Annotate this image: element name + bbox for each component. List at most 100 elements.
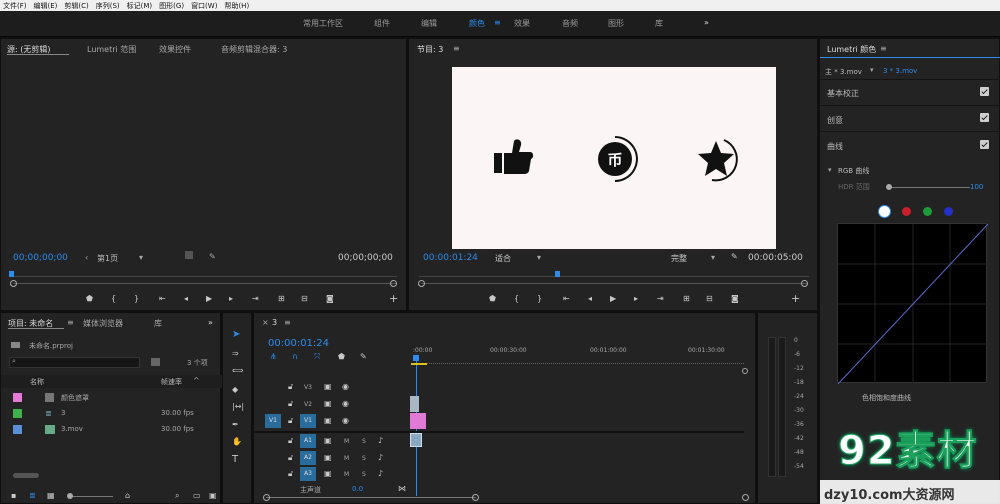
track-target-a1[interactable]: A1: [300, 434, 316, 448]
insert-icon[interactable]: ⊞: [278, 295, 285, 303]
mute-button[interactable]: M: [344, 438, 349, 445]
lift-icon[interactable]: ⊞: [683, 295, 690, 303]
zoom-slider[interactable]: [69, 496, 113, 497]
lock-icon[interactable]: 🔓︎: [288, 400, 293, 408]
mark-in-icon[interactable]: {: [111, 295, 116, 303]
mute-button[interactable]: M: [344, 455, 349, 462]
microphone-icon[interactable]: ♪: [378, 437, 383, 445]
source-playhead[interactable]: [9, 271, 14, 277]
overwrite-icon[interactable]: ⊟: [301, 295, 308, 303]
sort-up-icon[interactable]: ^: [193, 376, 200, 385]
section-curves[interactable]: 曲线: [827, 141, 843, 152]
list-item[interactable]: 颜色遮罩: [1, 390, 222, 405]
mark-out-icon[interactable]: }: [134, 295, 139, 303]
sync-lock-icon[interactable]: ▣: [324, 437, 332, 445]
lumetri-title[interactable]: Lumetri 颜色: [827, 44, 876, 55]
more-panels-icon[interactable]: »: [208, 318, 213, 327]
add-button-icon[interactable]: +: [389, 293, 398, 304]
linked-selection-icon[interactable]: ⤧: [314, 353, 320, 361]
time-ruler[interactable]: [414, 359, 744, 364]
more-workspaces-icon[interactable]: »: [704, 18, 709, 27]
source-scrubber[interactable]: [11, 276, 397, 277]
microphone-icon[interactable]: ♪: [378, 470, 383, 478]
menu-item[interactable]: 剪辑(C): [64, 1, 88, 11]
curve-channel-blue[interactable]: [944, 207, 953, 216]
fit-select[interactable]: 适合: [495, 253, 511, 264]
source-patch-v1[interactable]: V1: [265, 414, 281, 428]
source-page-select[interactable]: 第1页: [97, 253, 118, 264]
master-clip-select[interactable]: 主 * 3.mov: [825, 67, 862, 77]
menu-item[interactable]: 序列(S): [96, 1, 120, 11]
add-marker-icon[interactable]: ⬟: [86, 295, 93, 303]
hdr-range-slider[interactable]: [888, 187, 970, 188]
master-volume[interactable]: 0.0: [352, 485, 363, 493]
sync-lock-icon[interactable]: ▣: [324, 417, 332, 425]
chevron-down-icon[interactable]: ▾: [828, 166, 832, 174]
menu-icon[interactable]: ≡: [67, 318, 74, 327]
mark-out-icon[interactable]: }: [537, 295, 542, 303]
slip-tool-icon[interactable]: |↔|: [232, 403, 244, 411]
section-basic-correction[interactable]: 基本校正: [827, 88, 859, 99]
step-forward-icon[interactable]: ▸: [634, 295, 638, 303]
rgb-curves-label[interactable]: RGB 曲线: [838, 166, 869, 176]
menu-item[interactable]: 图形(G): [159, 1, 184, 11]
curve-channel-red[interactable]: [902, 207, 911, 216]
snap-icon[interactable]: ∩: [292, 353, 298, 361]
menu-item[interactable]: 编辑(E): [34, 1, 58, 11]
source-zoom-bar[interactable]: [13, 283, 397, 284]
menu-item[interactable]: 文件(F): [3, 1, 27, 11]
lock-icon[interactable]: 🔓︎: [288, 454, 293, 462]
search-icon[interactable]: ⌕: [175, 492, 179, 500]
workspace-tab[interactable]: 编辑: [421, 18, 437, 29]
add-marker-icon[interactable]: ⬟: [489, 295, 496, 303]
basic-correction-checkbox[interactable]: [980, 87, 989, 96]
lock-icon[interactable]: 🔓︎: [288, 470, 293, 478]
grid-icon[interactable]: [185, 251, 193, 259]
menu-item[interactable]: 窗口(W): [191, 1, 217, 11]
program-title[interactable]: 节目: 3: [417, 44, 443, 55]
tab-media-browser[interactable]: 媒体浏览器: [83, 318, 123, 329]
lock-icon[interactable]: 🔓︎: [288, 437, 293, 445]
mute-button[interactable]: M: [344, 471, 349, 478]
program-timecode-left[interactable]: 00:00:01:24: [423, 253, 478, 263]
creative-checkbox[interactable]: [980, 113, 989, 122]
clip-v1[interactable]: [410, 413, 426, 429]
hue-saturation-label[interactable]: 色相饱和度曲线: [862, 393, 911, 403]
step-forward-icon[interactable]: ▸: [229, 295, 233, 303]
wrench-icon[interactable]: ✎: [209, 252, 216, 261]
quality-select[interactable]: 完整: [671, 253, 687, 264]
workspace-tab[interactable]: 库: [655, 18, 663, 29]
track-target-a3[interactable]: A3: [300, 467, 316, 481]
type-tool-icon[interactable]: T: [232, 455, 238, 465]
sync-lock-icon[interactable]: ▣: [324, 400, 332, 408]
wrench-icon[interactable]: ✎: [360, 353, 367, 361]
curve-editor[interactable]: [837, 223, 989, 385]
workspace-tab[interactable]: 音频: [562, 18, 578, 29]
icon-view-icon[interactable]: ▦: [47, 492, 55, 500]
list-item[interactable]: 3.mov 30.00 fps: [1, 422, 222, 437]
hand-tool-icon[interactable]: ✋: [232, 438, 242, 446]
eye-icon[interactable]: ◉: [342, 383, 349, 391]
add-button-icon[interactable]: +: [791, 293, 800, 304]
workspace-tab[interactable]: 组件: [374, 18, 390, 29]
go-to-out-icon[interactable]: ⇥: [252, 295, 259, 303]
curves-checkbox[interactable]: [980, 140, 989, 149]
go-to-in-icon[interactable]: ⇤: [159, 295, 166, 303]
sort-icon[interactable]: ⌂: [125, 492, 130, 500]
timeline-zoom-bar[interactable]: [266, 497, 476, 498]
extract-icon[interactable]: ⊟: [706, 295, 713, 303]
lock-icon[interactable]: ▪: [11, 492, 16, 500]
curve-channel-green[interactable]: [923, 207, 932, 216]
chevron-down-icon[interactable]: ▾: [711, 253, 715, 262]
microphone-icon[interactable]: ♪: [378, 454, 383, 462]
lock-icon[interactable]: 🔓︎: [288, 417, 293, 425]
sync-lock-icon[interactable]: ▣: [324, 383, 332, 391]
workspace-tab[interactable]: 颜色: [469, 18, 485, 29]
go-to-out-icon[interactable]: ⇥: [657, 295, 664, 303]
pen-tool-icon[interactable]: ✒: [232, 421, 239, 429]
nest-icon[interactable]: ⋔: [270, 353, 277, 361]
program-playhead[interactable]: [555, 271, 560, 277]
section-creative[interactable]: 创意: [827, 115, 843, 126]
go-to-in-icon[interactable]: ⇤: [563, 295, 570, 303]
hdr-range-value[interactable]: 100: [970, 183, 983, 191]
